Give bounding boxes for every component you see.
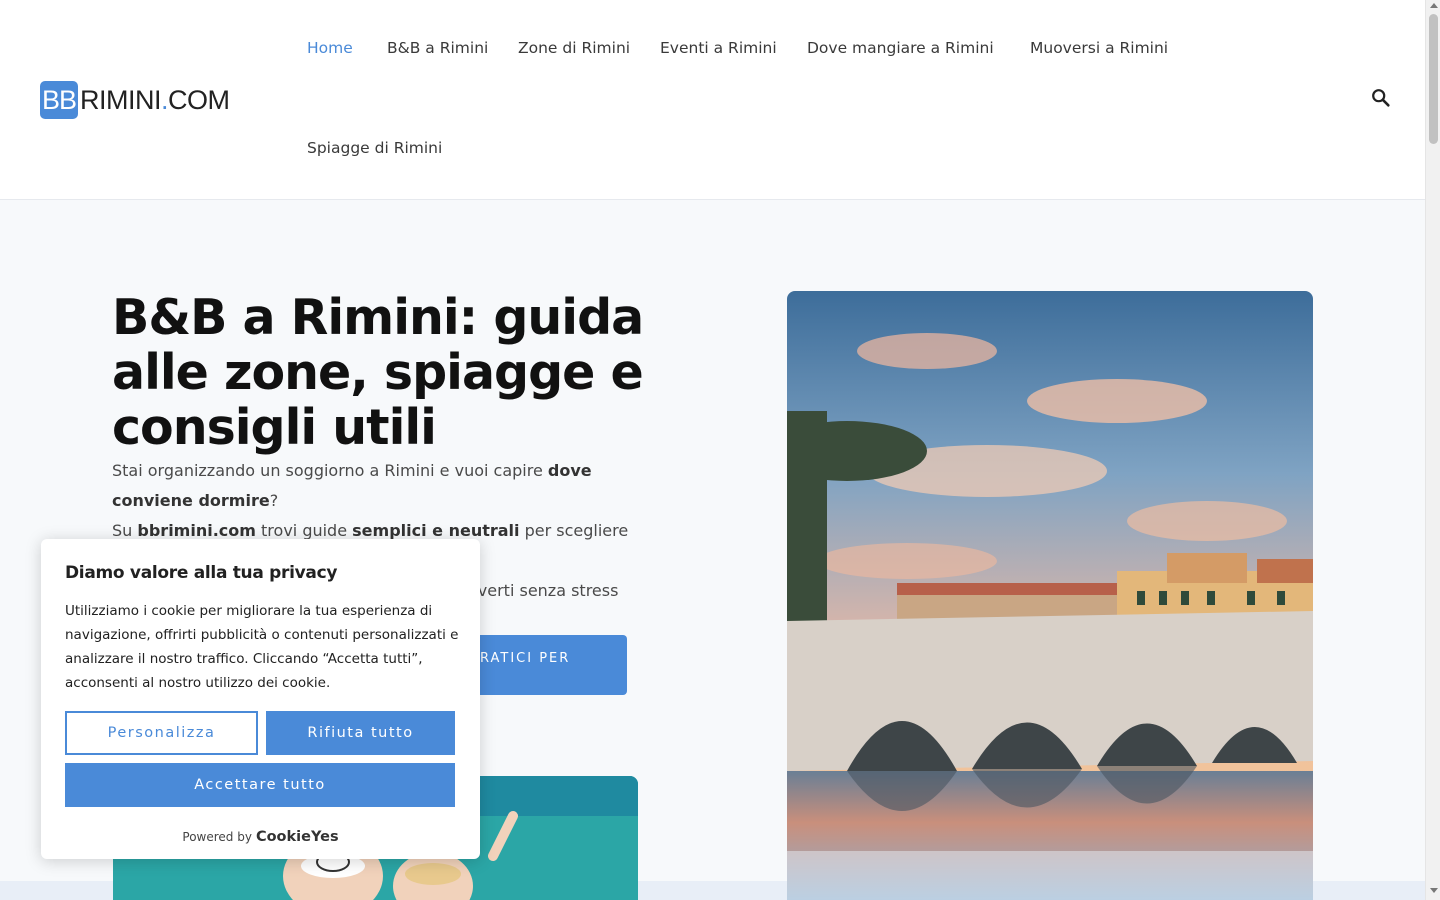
site-header: BB RIMINI.COM Home B&B a Rimini Zone di R…: [0, 0, 1425, 200]
cookie-description: Utilizziamo i cookie per migliorare la t…: [65, 603, 459, 691]
nav-zone-rimini[interactable]: Zone di Rimini: [518, 39, 630, 57]
logo-bb-badge: BB: [40, 81, 79, 119]
nav-dove-mangiare[interactable]: Dove mangiare a Rimini: [807, 39, 994, 57]
powered-by: Powered by CookieYes: [182, 829, 339, 845]
nav-eventi-rimini[interactable]: Eventi a Rimini: [660, 39, 777, 57]
hero-image: [787, 291, 1313, 900]
search-icon[interactable]: [1370, 87, 1392, 109]
accept-all-button[interactable]: Accettare tutto: [65, 763, 455, 807]
reject-all-button[interactable]: Rifiuta tutto: [266, 711, 455, 755]
nav-home[interactable]: Home: [307, 39, 353, 57]
cookie-consent-banner: Diamo valore alla tua privacy Utilizziam…: [41, 539, 480, 859]
scroll-thumb[interactable]: [1429, 14, 1438, 144]
site-logo[interactable]: BB RIMINI.COM: [40, 80, 230, 120]
nav-muoversi[interactable]: Muoversi a Rimini: [1030, 39, 1168, 57]
scroll-down-arrow-icon[interactable]: [1430, 888, 1438, 893]
page-scrollbar[interactable]: [1425, 0, 1440, 900]
cookieyes-logo[interactable]: CookieYes: [256, 829, 339, 845]
nav-spiagge[interactable]: Spiagge di Rimini: [307, 139, 442, 157]
page-title: B&B a Rimini: guida alle zone, spiagge e…: [112, 289, 644, 456]
scroll-up-arrow-icon[interactable]: [1430, 3, 1438, 8]
cookie-title: Diamo valore alla tua privacy: [65, 563, 338, 583]
customize-button[interactable]: Personalizza: [65, 711, 258, 755]
bridge-illustration: [787, 291, 1313, 900]
nav-bnb-rimini[interactable]: B&B a Rimini: [387, 39, 488, 57]
logo-text: RIMINI.COM: [80, 84, 230, 115]
